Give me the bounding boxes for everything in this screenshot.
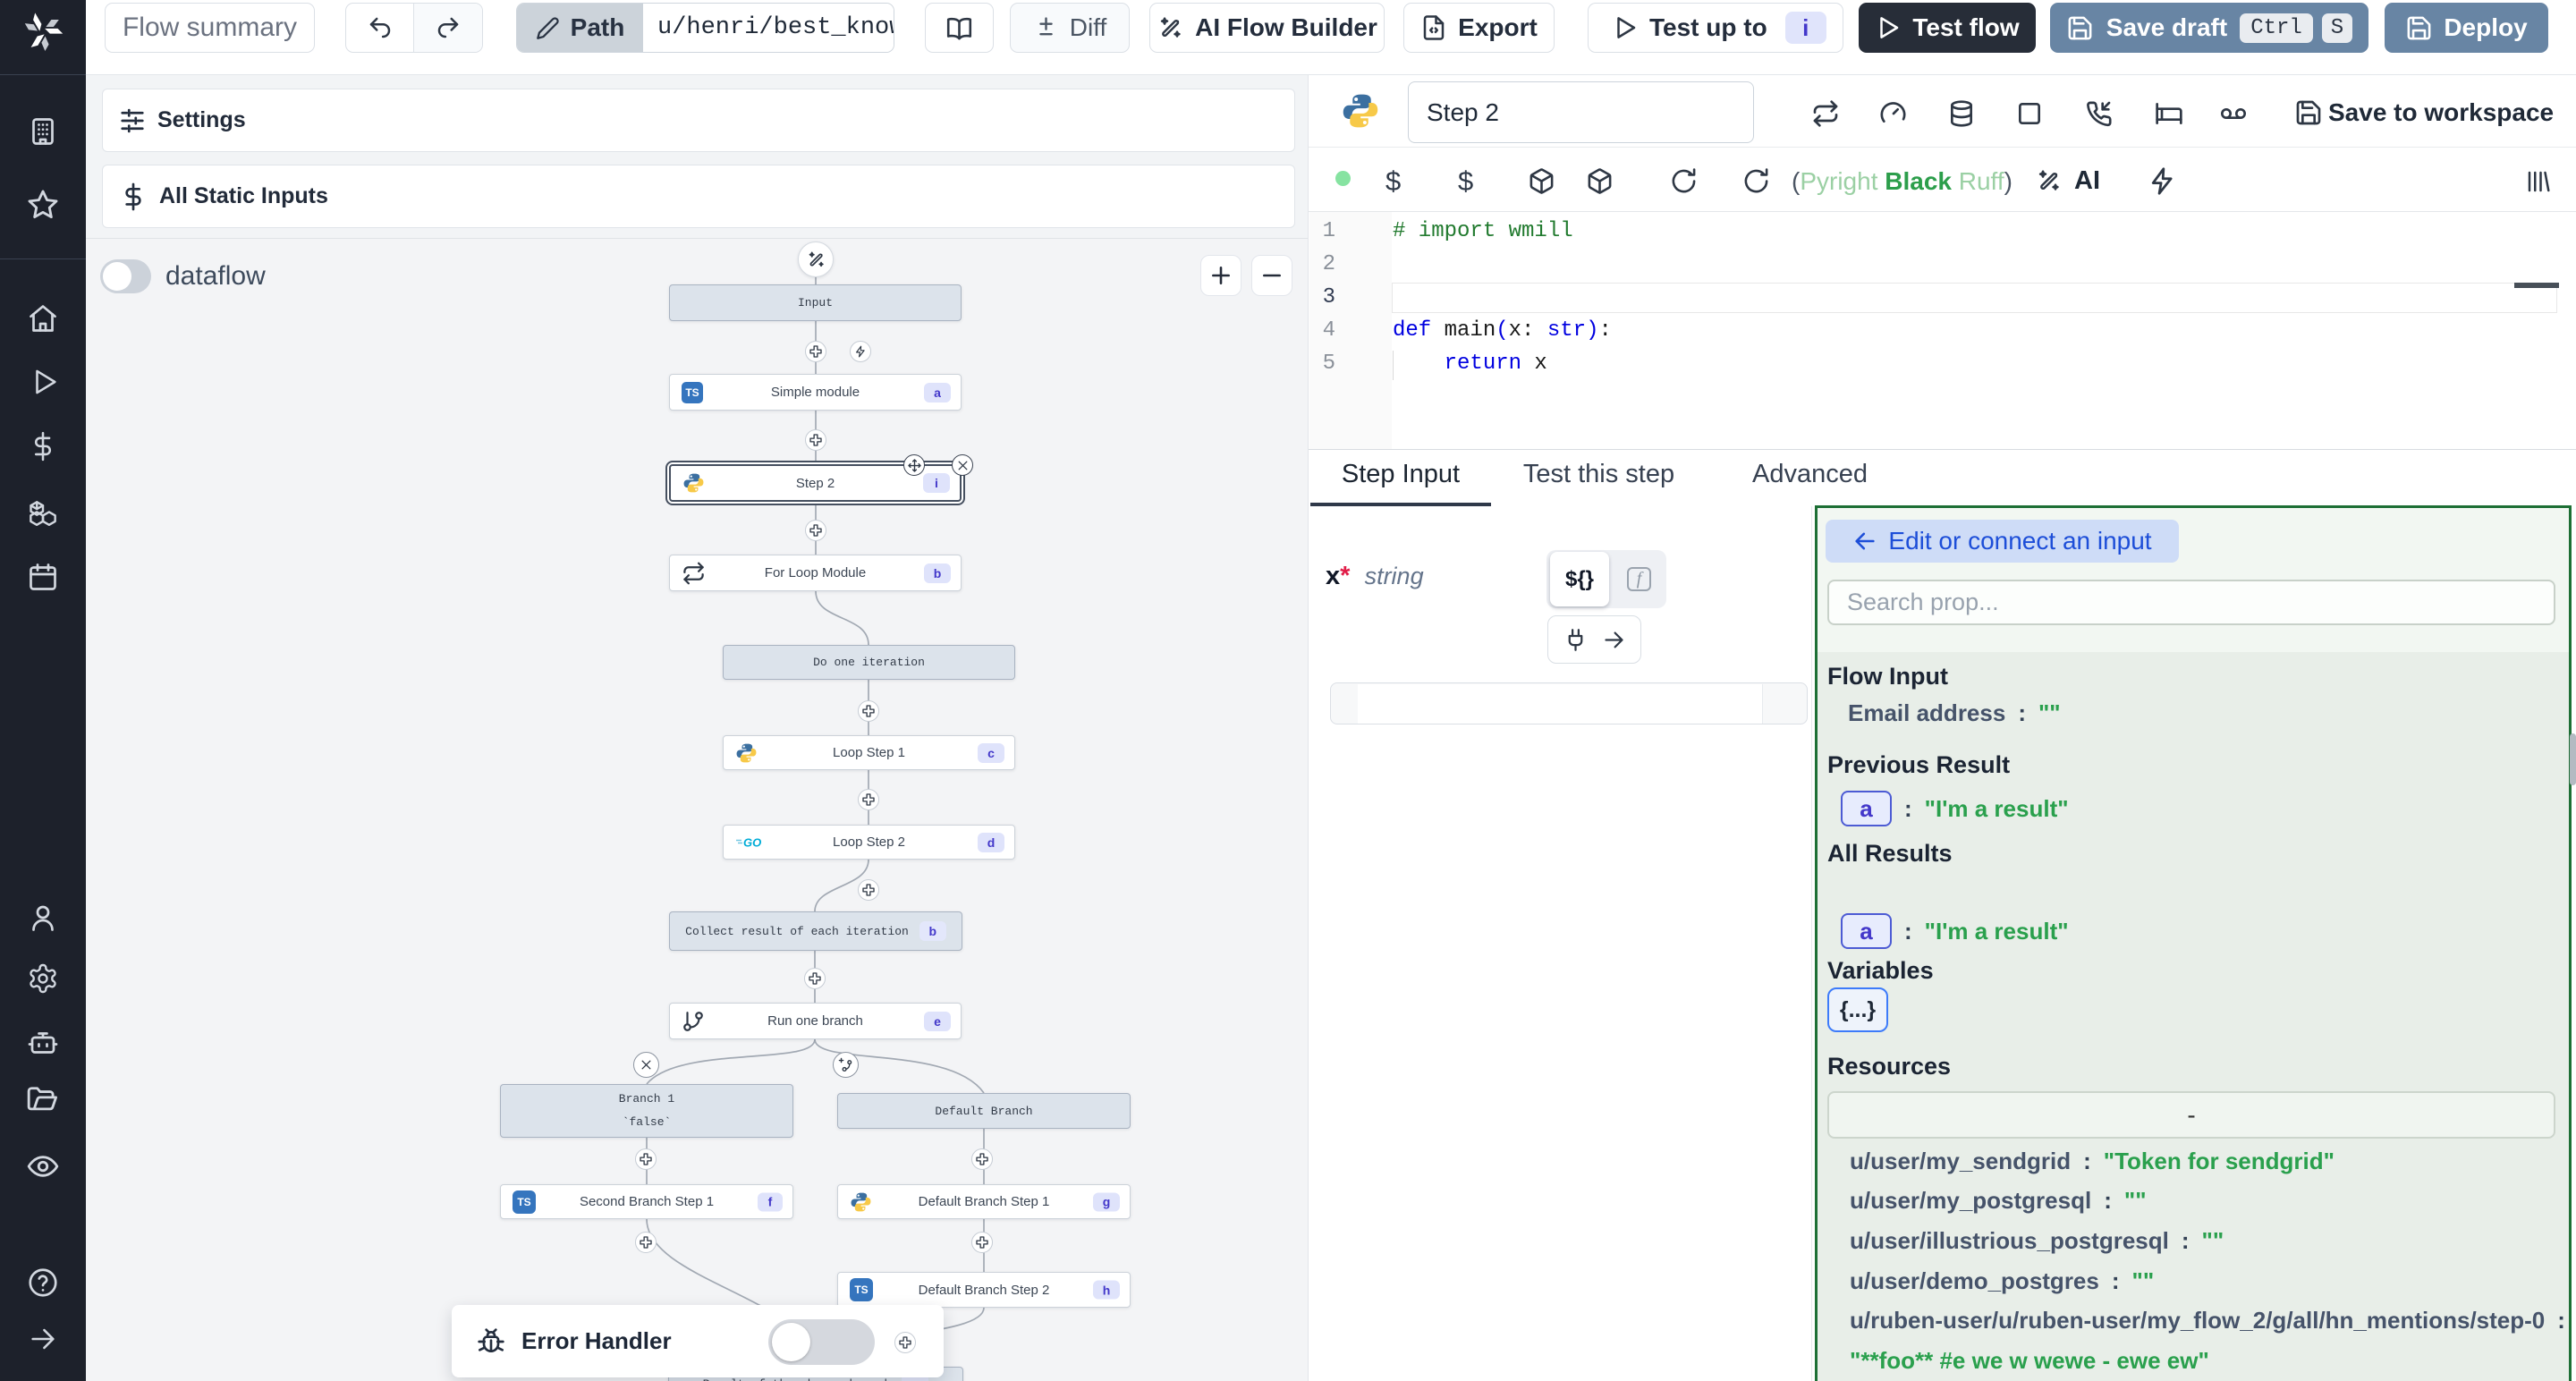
svg-text:GO: GO [743,835,761,849]
